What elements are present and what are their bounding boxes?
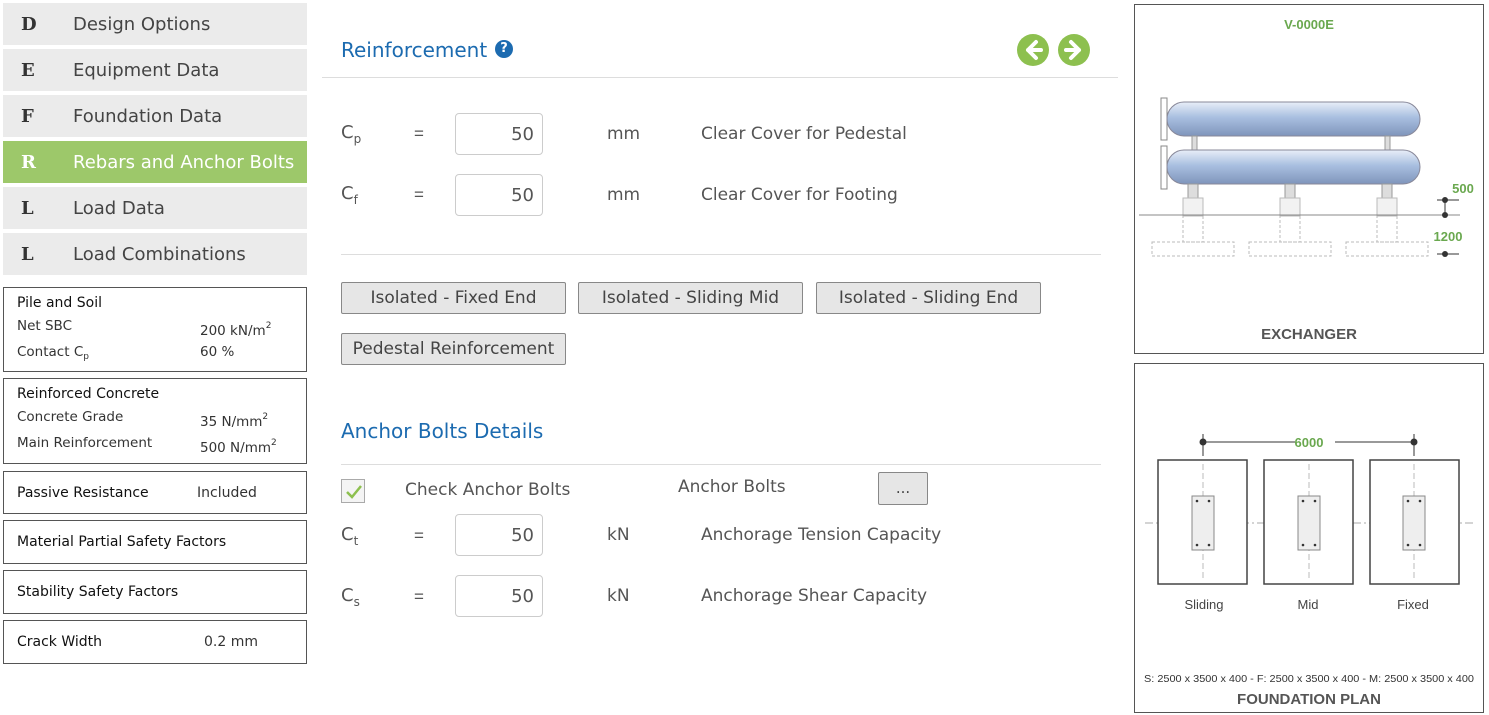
box-title: Passive Resistance bbox=[17, 484, 149, 501]
nav-design-options[interactable]: D Design Options bbox=[3, 3, 307, 45]
equals-sign: = bbox=[414, 185, 424, 204]
ct-unit: kN bbox=[607, 525, 630, 545]
contact-label: Contact Cp bbox=[17, 344, 89, 362]
ct-description: Anchorage Tension Capacity bbox=[701, 525, 942, 545]
foundation-plan-drawing: 6000 Sliding Mid Fixed S: 2500 x 3500 x … bbox=[1144, 434, 1474, 685]
isolated-sliding-end-button[interactable]: Isolated - Sliding End bbox=[816, 282, 1041, 314]
nav-foundation-data[interactable]: F Foundation Data bbox=[3, 95, 307, 137]
check-anchor-bolts-label: Check Anchor Bolts bbox=[405, 480, 571, 500]
pedestal-reinforcement-button[interactable]: Pedestal Reinforcement bbox=[341, 333, 566, 365]
box-title: Stability Safety Factors bbox=[17, 584, 179, 600]
cs-input[interactable] bbox=[455, 575, 543, 617]
main-reinf-value: 500 N/mm2 bbox=[200, 438, 277, 456]
footing-label-sliding: Sliding bbox=[1184, 597, 1223, 612]
nav-load-combinations[interactable]: L Load Combinations bbox=[3, 233, 307, 275]
cs-unit: kN bbox=[607, 586, 630, 606]
cp-unit: mm bbox=[607, 124, 641, 144]
passive-resistance-box[interactable]: Passive Resistance Included bbox=[3, 471, 307, 514]
cs-symbol: Cs bbox=[341, 585, 360, 609]
equipment-tag: V-0000E bbox=[1284, 17, 1334, 32]
main-reinf-label: Main Reinforcement bbox=[17, 435, 153, 451]
anchor-bolts-more-button[interactable]: ... bbox=[878, 472, 928, 505]
contact-value: 60 % bbox=[200, 344, 235, 360]
checkmark-icon bbox=[346, 485, 362, 499]
anchor-bolts-heading: Anchor Bolts Details bbox=[341, 419, 544, 443]
equals-sign: = bbox=[414, 587, 424, 606]
nav-load-data[interactable]: L Load Data bbox=[3, 187, 307, 229]
cf-unit: mm bbox=[607, 185, 641, 205]
nav-letter: R bbox=[21, 151, 36, 173]
footing-label-fixed: Fixed bbox=[1397, 597, 1429, 612]
nav-label: Rebars and Anchor Bolts bbox=[73, 151, 295, 173]
reinforcement-heading: Reinforcement bbox=[341, 38, 488, 62]
isolated-sliding-mid-button[interactable]: Isolated - Sliding Mid bbox=[578, 282, 803, 314]
nav-label: Design Options bbox=[73, 13, 211, 35]
nav-letter: E bbox=[21, 59, 35, 81]
box-title: Material Partial Safety Factors bbox=[17, 534, 227, 550]
cs-description: Anchorage Shear Capacity bbox=[701, 586, 928, 606]
equals-sign: = bbox=[414, 124, 424, 143]
pile-soil-box[interactable]: Pile and Soil Net SBC 200 kN/m2 Contact … bbox=[3, 287, 307, 372]
cf-description: Clear Cover for Footing bbox=[701, 185, 898, 205]
cf-input[interactable] bbox=[455, 174, 543, 216]
contact-row: Contact Cp 60 % bbox=[17, 342, 293, 368]
divider bbox=[322, 77, 1118, 78]
footing-sizes: S: 2500 x 3500 x 400 - F: 2500 x 3500 x … bbox=[1144, 673, 1474, 685]
nav-letter: F bbox=[21, 105, 34, 127]
grade-row: Concrete Grade 35 N/mm2 bbox=[17, 407, 293, 433]
divider bbox=[341, 464, 1101, 465]
main-reinf-row: Main Reinforcement 500 N/mm2 bbox=[17, 433, 293, 459]
reinforced-concrete-box[interactable]: Reinforced Concrete Concrete Grade 35 N/… bbox=[3, 378, 307, 464]
stability-safety-box[interactable]: Stability Safety Factors bbox=[3, 570, 307, 614]
crack-value: 0.2 mm bbox=[204, 634, 258, 650]
cp-symbol: Cp bbox=[341, 122, 362, 146]
net-sbc-value: 200 kN/m2 bbox=[200, 321, 272, 339]
forward-arrow-icon[interactable] bbox=[1058, 34, 1090, 66]
box-title: Reinforced Concrete bbox=[17, 386, 160, 402]
divider bbox=[341, 254, 1101, 255]
sidebar-nav: D Design Options E Equipment Data F Foun… bbox=[3, 3, 307, 279]
nav-label: Foundation Data bbox=[73, 105, 223, 127]
isolated-fixed-end-button[interactable]: Isolated - Fixed End bbox=[341, 282, 566, 314]
grade-value: 35 N/mm2 bbox=[200, 412, 269, 430]
ct-input[interactable] bbox=[455, 514, 543, 556]
nav-letter: L bbox=[21, 243, 34, 265]
cf-symbol: Cf bbox=[341, 183, 358, 207]
foundation-plan-caption: FOUNDATION PLAN bbox=[1237, 691, 1381, 708]
cp-description: Clear Cover for Pedestal bbox=[701, 124, 907, 144]
ct-symbol: Ct bbox=[341, 524, 359, 548]
check-anchor-bolts-checkbox[interactable] bbox=[341, 479, 365, 503]
dim-spacing: 6000 bbox=[1295, 435, 1324, 450]
grade-label: Concrete Grade bbox=[17, 409, 124, 425]
nav-letter: L bbox=[21, 197, 34, 219]
box-title: Crack Width bbox=[17, 634, 103, 650]
nav-label: Load Combinations bbox=[73, 243, 246, 265]
anchor-bolts-label: Anchor Bolts bbox=[678, 477, 786, 497]
box-title: Pile and Soil bbox=[17, 295, 102, 311]
footing-label-mid: Mid bbox=[1298, 597, 1319, 612]
nav-label: Equipment Data bbox=[73, 59, 220, 81]
nav-rebars-anchor-bolts[interactable]: R Rebars and Anchor Bolts bbox=[3, 141, 307, 183]
net-sbc-row: Net SBC 200 kN/m2 bbox=[17, 316, 293, 342]
exchanger-drawing: V-0000E 500 1200 bbox=[1139, 17, 1474, 257]
exchanger-caption: EXCHANGER bbox=[1261, 326, 1357, 343]
equals-sign: = bbox=[414, 526, 424, 545]
net-sbc-label: Net SBC bbox=[17, 318, 73, 334]
help-icon[interactable]: ? bbox=[495, 40, 513, 58]
exchanger-drawing-panel: V-0000E 500 1200 EXCHANGER bbox=[1134, 4, 1484, 354]
nav-label: Load Data bbox=[73, 197, 165, 219]
material-safety-box[interactable]: Material Partial Safety Factors bbox=[3, 520, 307, 564]
foundation-plan-panel: 6000 Sliding Mid Fixed S: 2500 x 3500 x … bbox=[1134, 363, 1484, 713]
cp-input[interactable] bbox=[455, 113, 543, 155]
crack-width-box[interactable]: Crack Width 0.2 mm bbox=[3, 620, 307, 664]
dim-pedestal-height: 500 bbox=[1452, 181, 1474, 196]
nav-letter: D bbox=[21, 13, 37, 35]
nav-equipment-data[interactable]: E Equipment Data bbox=[3, 49, 307, 91]
back-arrow-icon[interactable] bbox=[1017, 34, 1049, 66]
passive-value: Included bbox=[197, 484, 257, 501]
dim-depth: 1200 bbox=[1434, 229, 1463, 244]
